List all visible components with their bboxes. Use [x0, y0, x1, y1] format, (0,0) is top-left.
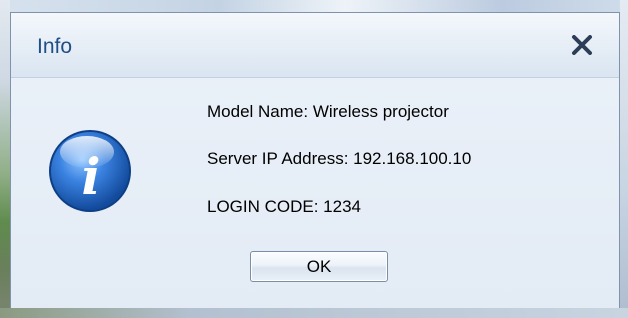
info-icon: i [49, 130, 131, 212]
model-name-text: Model Name: Wireless projector [207, 102, 449, 121]
server-ip-text: Server IP Address: 192.168.100.10 [207, 149, 472, 168]
desktop-background-top [0, 0, 628, 12]
close-icon [572, 35, 592, 55]
dialog-title: Info [37, 35, 73, 58]
close-button[interactable] [565, 29, 599, 61]
dialog-titlebar[interactable]: Info [11, 13, 619, 78]
svg-text:i: i [82, 147, 101, 206]
info-dialog: Info i Model Name: Wireless projector Se… [10, 12, 620, 308]
desktop-background-right [620, 0, 628, 318]
ok-button[interactable]: OK [250, 251, 388, 282]
login-code-text: LOGIN CODE: 1234 [207, 197, 362, 216]
dialog-content: i Model Name: Wireless projector Server … [11, 78, 619, 308]
desktop-background-left [0, 0, 10, 318]
desktop-background-bottom [0, 308, 628, 318]
